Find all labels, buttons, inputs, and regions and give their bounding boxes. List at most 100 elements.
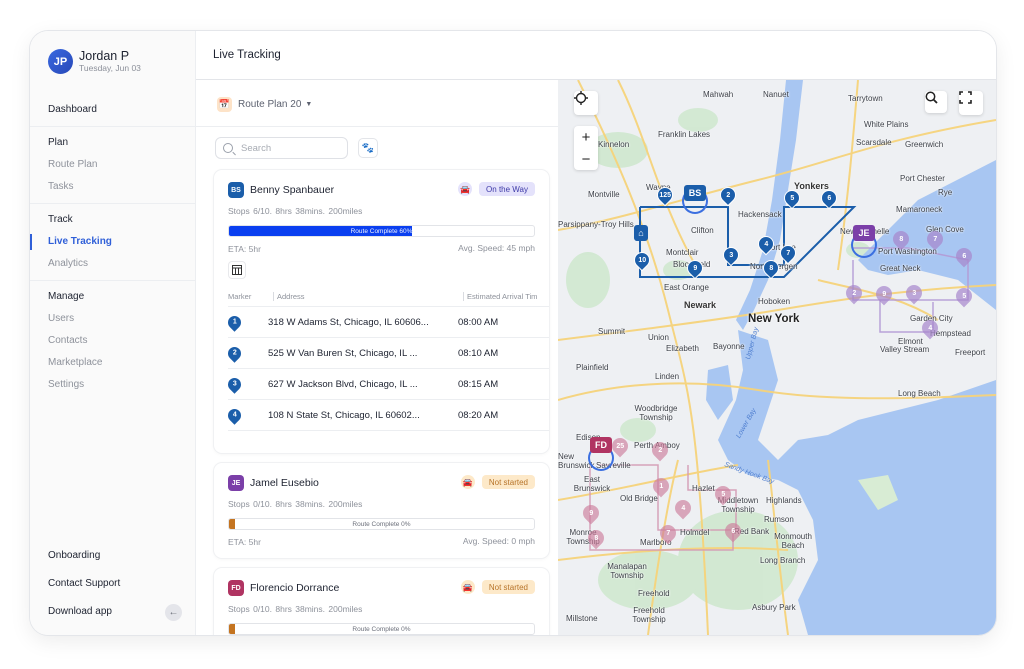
avg-speed: Avg. Speed: 0 mph: [462, 536, 535, 546]
page-title: Live Tracking: [213, 49, 281, 61]
zoom-search-icon: [925, 91, 938, 104]
map-label-woodbridge: Woodbridge Township: [634, 404, 678, 422]
route-plan-label: Route Plan 20: [238, 99, 302, 110]
divider: [30, 126, 196, 127]
collapse-sidebar-button[interactable]: ←: [165, 604, 182, 621]
driver-initials-badge: BS: [228, 182, 244, 198]
drivers-panel: 📅 Route Plan 20 ▼ 🐾 BS Benny Spanbauer 🚘…: [196, 80, 558, 635]
stop-address: 525 W Van Buren St, Chicago, IL ...: [268, 347, 418, 359]
map-label-mahwah: Mahwah: [703, 90, 734, 99]
map-view[interactable]: Mahwah Nanuet Tarrytown Kinnelon Frankli…: [558, 80, 996, 635]
map-label-monmouth-beach: Monmouth Beach: [774, 532, 812, 550]
table-icon: [232, 265, 242, 275]
map-label-elizabeth: Elizabeth: [666, 344, 699, 353]
stop-time: 08:00 AM: [458, 316, 499, 328]
avg-speed: Avg. Speed: 45 mph: [458, 243, 535, 253]
map-label-montville: Montville: [588, 190, 620, 199]
marker-pin-icon: 3: [225, 374, 244, 394]
stop-address: 627 W Jackson Blvd, Chicago, IL ...: [268, 378, 418, 390]
sidebar-item-onboarding[interactable]: Onboarding: [30, 542, 196, 570]
column-marker[interactable]: Marker: [228, 292, 273, 301]
sidebar-item-live-tracking[interactable]: Live Tracking: [30, 231, 196, 253]
map-label-freehold-township: Freehold Township: [632, 606, 666, 624]
sidebar-item-tasks[interactable]: Tasks: [30, 176, 196, 198]
map-label-union: Union: [648, 333, 669, 342]
column-eta[interactable]: Estimated Arrival Tim: [463, 292, 549, 301]
driver-name: Florencio Dorrance: [250, 582, 340, 594]
user-profile[interactable]: JP Jordan P Tuesday, Jun 03: [48, 49, 141, 74]
table-row[interactable]: 2 525 W Van Buren St, Chicago, IL ... 08…: [225, 338, 549, 369]
search-input[interactable]: [241, 142, 341, 154]
avatar: JP: [48, 49, 73, 74]
locate-button[interactable]: [574, 91, 598, 115]
section-track: Track: [48, 214, 73, 225]
search-field[interactable]: [215, 137, 348, 159]
driver-card[interactable]: JE Jamel Eusebio 🚘 Not started Stops 0/1…: [214, 463, 549, 558]
map-label-freeport: Freeport: [955, 348, 986, 357]
sidebar-item-dashboard[interactable]: Dashboard: [30, 99, 196, 121]
map-label-asbury-park: Asbury Park: [752, 603, 796, 612]
zoom-in-button[interactable]: +: [582, 126, 591, 148]
progress-label: Route Complete 60%: [229, 226, 534, 236]
search-icon: [223, 143, 233, 153]
map-label-east-brunswick: East Brunswick: [573, 475, 611, 493]
paw-filter-icon: 🐾: [361, 142, 375, 154]
map-label-holmdel: Holmdel: [680, 528, 710, 537]
route-plan-selector[interactable]: 📅 Route Plan 20 ▼: [217, 97, 312, 112]
sidebar-item-contact-support[interactable]: Contact Support: [30, 570, 196, 598]
progress-label: Route Complete 0%: [352, 625, 411, 633]
sidebar-item-contacts[interactable]: Contacts: [30, 330, 196, 352]
table-row[interactable]: 4 108 N State St, Chicago, IL 60602... 0…: [225, 400, 549, 431]
car-icon: 🚘: [460, 475, 475, 489]
map-label-rye: Rye: [938, 188, 953, 197]
zoom-out-button[interactable]: −: [582, 148, 591, 170]
map-label-parsippany: Parsippany-Troy Hills: [558, 220, 634, 229]
user-name: Jordan P: [79, 49, 130, 63]
app-window: JP Jordan P Tuesday, Jun 03 Dashboard Pl…: [30, 31, 996, 635]
progress-label: Route Complete 0%: [352, 520, 411, 528]
map-label-freehold: Freehold: [638, 589, 670, 598]
section-manage: Manage: [48, 291, 85, 302]
map-label-highlands: Highlands: [766, 496, 802, 505]
stop-time: 08:20 AM: [458, 409, 499, 421]
table-view-button[interactable]: [228, 261, 246, 279]
sidebar-item-route-plan[interactable]: Route Plan: [30, 154, 196, 176]
fullscreen-icon: [959, 91, 972, 104]
fullscreen-button[interactable]: [959, 91, 983, 115]
driver-name: Jamel Eusebio: [250, 477, 319, 489]
sidebar-item-marketplace[interactable]: Marketplace: [30, 352, 196, 374]
driver-tag-bs[interactable]: BS: [684, 185, 706, 201]
map-search-button[interactable]: [925, 91, 947, 113]
section-plan: Plan: [48, 137, 69, 148]
sidebar-item-analytics[interactable]: Analytics: [30, 253, 196, 275]
map-label-hoboken: Hoboken: [758, 297, 791, 306]
map-label-hackensack: Hackensack: [738, 210, 782, 219]
driver-initials-badge: FD: [228, 580, 244, 596]
driver-card[interactable]: BS Benny Spanbauer 🚘 On the Way Stops 6/…: [214, 170, 549, 453]
filter-button[interactable]: 🐾: [358, 138, 378, 158]
column-address[interactable]: Address: [273, 292, 463, 301]
map-base: [558, 80, 996, 635]
driver-tag-je[interactable]: JE: [853, 225, 875, 241]
eta: ETA: 5hr: [228, 244, 261, 254]
map-label-millstone: Millstone: [566, 614, 598, 623]
driver-card[interactable]: FD Florencio Dorrance 🚘 Not started Stop…: [214, 568, 549, 635]
crosshair-icon: [574, 91, 588, 105]
stop-time: 08:10 AM: [458, 347, 499, 359]
map-label-yonkers: Yonkers: [794, 181, 829, 191]
map-label-old-bridge: Old Bridge: [620, 494, 658, 503]
sidebar-item-users[interactable]: Users: [30, 308, 196, 330]
map-label-long-beach: Long Beach: [898, 389, 941, 398]
page-header: Live Tracking: [196, 31, 996, 80]
stops-table: Marker Address Estimated Arrival Tim 1 3…: [225, 287, 549, 431]
sidebar-nav: Dashboard Plan Route Plan Tasks Track Li…: [30, 99, 196, 396]
driver-tag-fd[interactable]: FD: [590, 437, 612, 453]
map-label-valley-stream: Valley Stream: [880, 345, 930, 354]
divider: [30, 280, 196, 281]
route-progress-bar: Route Complete 0%: [228, 623, 535, 635]
table-row[interactable]: 1 318 W Adams St, Chicago, IL 60606... 0…: [225, 307, 549, 338]
home-depot-icon[interactable]: ⌂: [634, 225, 648, 241]
route-plan-icon: 📅: [217, 97, 232, 112]
sidebar-item-settings[interactable]: Settings: [30, 374, 196, 396]
table-row[interactable]: 3 627 W Jackson Blvd, Chicago, IL ... 08…: [225, 369, 549, 400]
